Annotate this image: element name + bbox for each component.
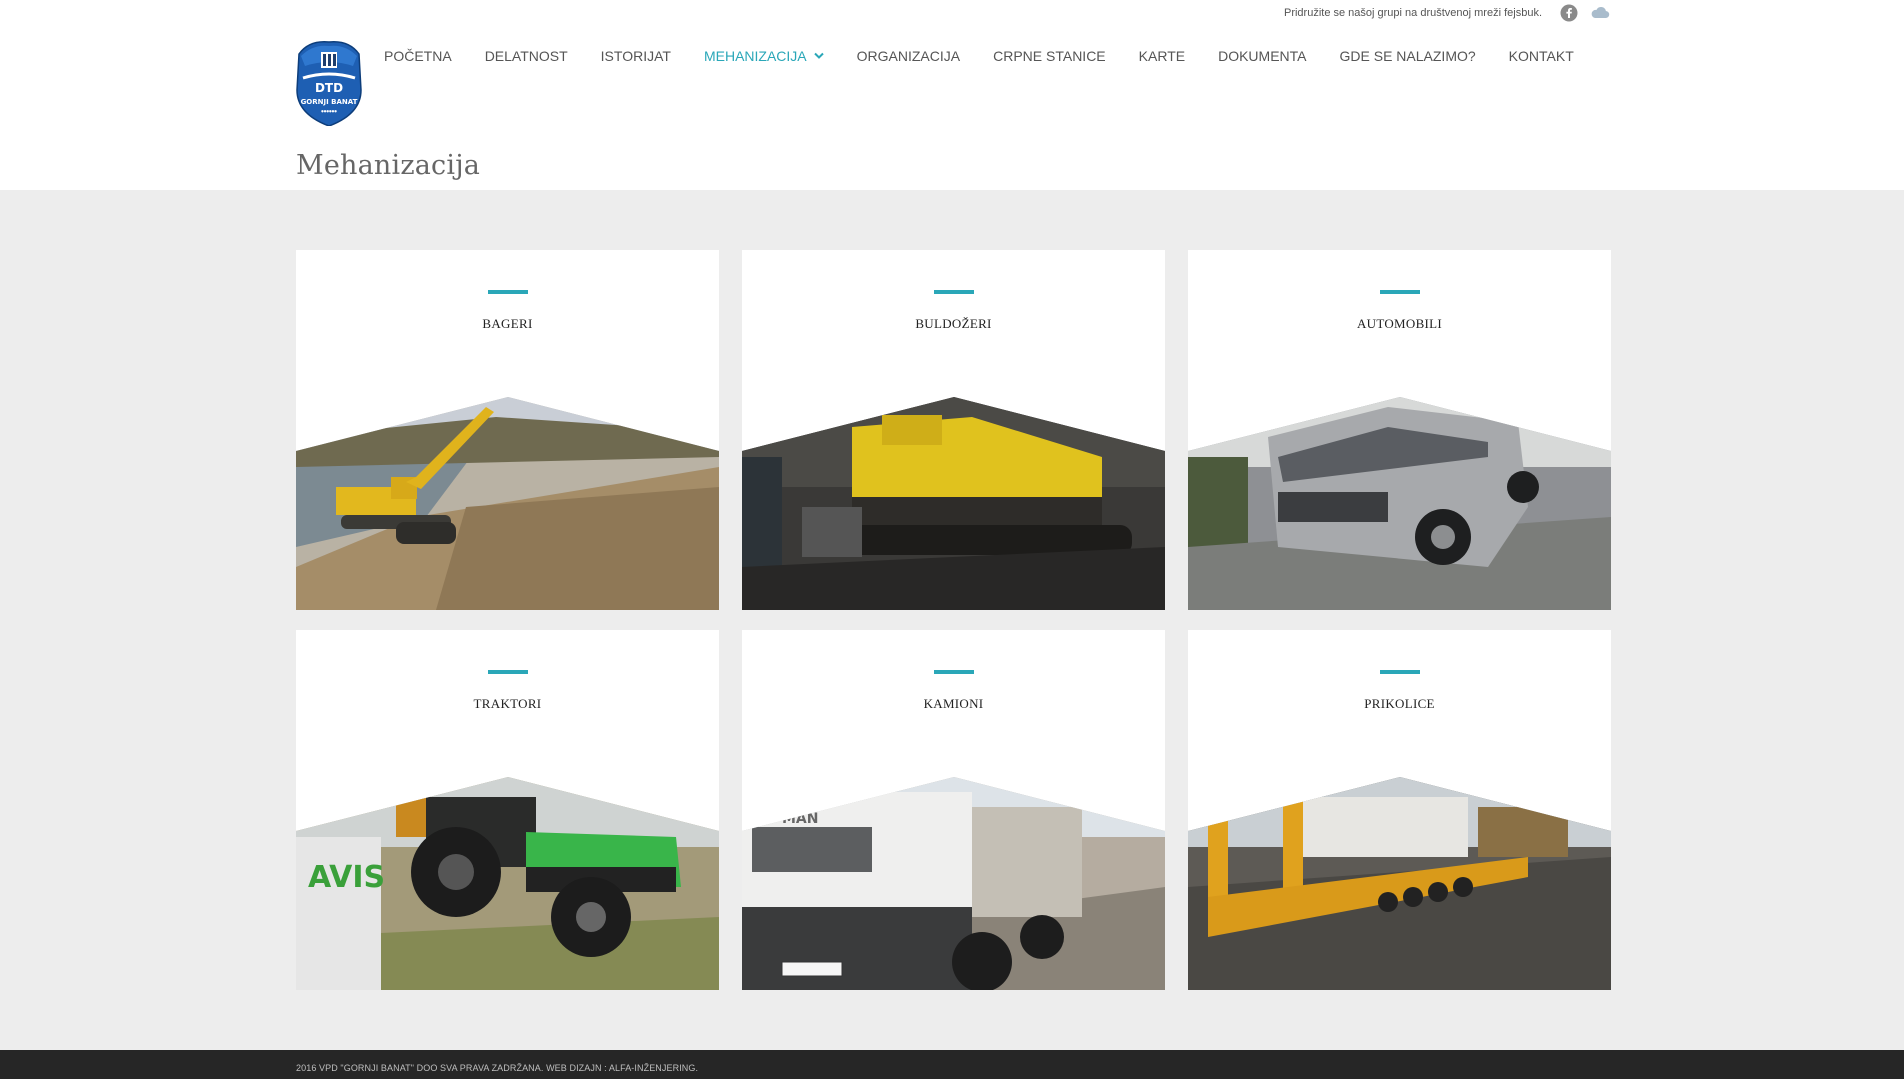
card-accent-line (488, 670, 528, 674)
svg-text:●●●●●●: ●●●●●● (321, 109, 337, 113)
card-title: KAMIONI (923, 696, 984, 711)
page-title: Mehanizacija (296, 150, 481, 181)
nav-item-crpne-stanice[interactable]: CRPNE STANICE (993, 48, 1106, 64)
card-title: PRIKOLICE (1364, 696, 1435, 711)
main-nav: POČETNA DELATNOST ISTORIJAT MEHANIZACIJA… (384, 48, 1607, 64)
cloud-icon[interactable] (1590, 4, 1610, 22)
nav-item-mehanizacija[interactable]: MEHANIZACIJA (704, 48, 824, 64)
nav-item-mehanizacija-label: MEHANIZACIJA (703, 48, 807, 64)
card-title: BULDOŽERI (915, 316, 992, 331)
card-prikolice[interactable]: PRIKOLICE (1188, 630, 1611, 990)
trailer-photo (1188, 777, 1611, 990)
pickup-car-photo (1188, 397, 1611, 610)
excavator-photo (296, 397, 719, 610)
svg-text:DTD: DTD (315, 81, 343, 95)
nav-item-dokumenta[interactable]: DOKUMENTA (1218, 48, 1306, 64)
svg-text:AVIS: AVIS (308, 860, 385, 895)
svg-text:GORNJI BANAT: GORNJI BANAT (301, 98, 358, 106)
card-automobili[interactable]: AUTOMOBILI (1188, 250, 1611, 610)
nav-item-kontakt[interactable]: KONTAKT (1509, 48, 1574, 64)
card-traktori[interactable]: TRAKTORI AVIS (296, 630, 719, 990)
site-header: Pridružite se našoj grupi na društvenoj … (0, 0, 1904, 190)
truck-photo: MAN (742, 777, 1165, 990)
nav-item-gde-se-nalazimo[interactable]: GDE SE NALAZIMO? (1340, 48, 1476, 64)
nav-item-pocetna[interactable]: POČETNA (384, 48, 452, 64)
svg-text:MAN: MAN (782, 811, 818, 827)
card-buldozeri[interactable]: BULDOŽERI (742, 250, 1165, 610)
facebook-icon[interactable] (1560, 4, 1578, 22)
nav-item-organizacija[interactable]: ORGANIZACIJA (857, 48, 960, 64)
card-accent-line (1380, 290, 1420, 294)
card-accent-line (934, 670, 974, 674)
nav-item-delatnost[interactable]: DELATNOST (485, 48, 568, 64)
facebook-invite-text: Pridružite se našoj grupi na društvenoj … (1283, 7, 1542, 19)
copyright-text: 2016 VPD "GORNJI BANAT" DOO SVA PRAVA ZA… (296, 1063, 699, 1073)
nav-item-karte[interactable]: KARTE (1139, 48, 1185, 64)
nav-item-istorijat[interactable]: ISTORIJAT (601, 48, 671, 64)
card-bageri[interactable]: BAGERI (296, 250, 719, 610)
card-title: BAGERI (482, 316, 533, 331)
card-kamioni[interactable]: KAMIONI MAN (742, 630, 1165, 990)
company-logo[interactable]: DTD GORNJI BANAT ●●●●●● (295, 40, 363, 126)
tractor-photo: AVIS (296, 777, 719, 990)
chevron-down-icon (813, 52, 824, 59)
bulldozer-photo (742, 397, 1165, 610)
card-accent-line (934, 290, 974, 294)
card-title: AUTOMOBILI (1356, 316, 1443, 331)
card-title: TRAKTORI (473, 696, 542, 711)
site-footer: 2016 VPD "GORNJI BANAT" DOO SVA PRAVA ZA… (0, 1050, 1904, 1079)
card-accent-line (1380, 670, 1420, 674)
topbar: Pridružite se našoj grupi na društvenoj … (1284, 4, 1610, 22)
card-accent-line (488, 290, 528, 294)
